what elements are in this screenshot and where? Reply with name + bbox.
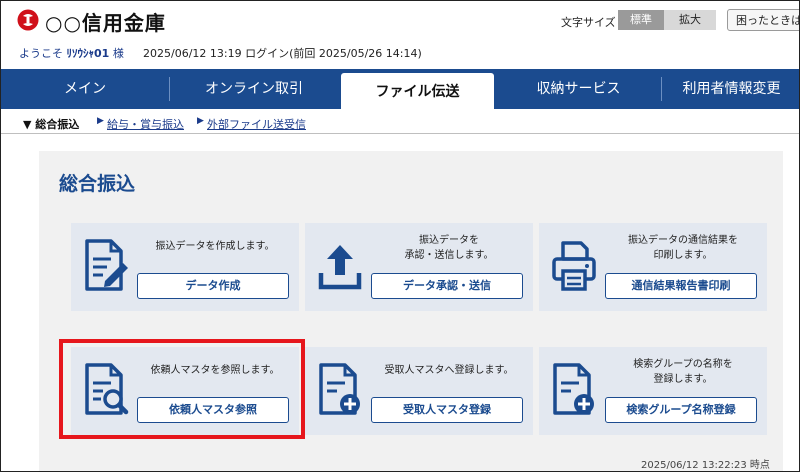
document-add-icon (553, 363, 594, 415)
chevron-right-icon: ▶ (197, 116, 204, 126)
card-description-line: 登録します。 (653, 374, 713, 385)
card-print-report: 振込データの通信結果を 印刷します。 通信結果報告書印刷 (539, 223, 767, 311)
card-recipient-master: 受取人マスタへ登録します。 受取人マスタ登録 (305, 347, 533, 435)
nav-tab-user-info[interactable]: 利用者情報変更 (662, 69, 799, 109)
page-title: 総合振込 (59, 173, 136, 195)
bank-logo-icon (17, 9, 39, 31)
app-window: ○○信用金庫 ようこそ ﾘｿｳｼｬ01 様 2025/06/12 13:19 ロ… (0, 0, 800, 472)
nav-tab-main[interactable]: メイン (1, 69, 169, 109)
login-info: 2025/06/12 13:19 ログイン(前回 2025/05/26 14:1… (143, 47, 422, 60)
subnav-current: ▼ 総合振込 (23, 118, 80, 131)
nav-tab-online[interactable]: オンライン取引 (169, 69, 339, 109)
print-report-button[interactable]: 通信結果報告書印刷 (605, 273, 757, 299)
document-edit-icon (85, 239, 128, 291)
nav-tab-collection[interactable]: 収納サービス (496, 69, 661, 109)
create-data-button[interactable]: データ作成 (137, 273, 289, 299)
highlight-box (59, 339, 305, 439)
card-description-line: 振込データを (419, 235, 479, 246)
approve-send-button[interactable]: データ承認・送信 (371, 273, 523, 299)
card-description: 振込データを 承認・送信します。 (369, 233, 529, 263)
card-approve-send: 振込データを 承認・送信します。 データ承認・送信 (305, 223, 533, 311)
printer-icon (552, 241, 596, 291)
help-button[interactable]: 困ったときは (727, 9, 799, 31)
subnav-link-external-file[interactable]: 外部ファイル送受信 (207, 116, 306, 132)
card-description-line: 振込データの通信結果を (628, 235, 738, 246)
card-description: 受取人マスタへ登録します。 (384, 365, 514, 376)
card-search-group: 検索グループの名称を 登録します。 検索グループ名称登録 (539, 347, 767, 435)
font-size-normal-button[interactable]: 標準 (618, 10, 664, 30)
upload-icon (318, 245, 362, 290)
card-description: 振込データの通信結果を 印刷します。 (603, 233, 763, 263)
document-add-icon (319, 363, 360, 415)
card-description: 振込データを作成します。 (155, 241, 275, 252)
card-description: 検索グループの名称を 登録します。 (603, 357, 763, 387)
welcome-suffix: 様 (112, 47, 124, 60)
nav-tab-file-transfer[interactable]: ファイル伝送 (341, 73, 494, 113)
user-name: ﾘｿｳｼｬ01 (66, 47, 110, 60)
card-description-line: 検索グループの名称を (633, 359, 733, 370)
bank-name: ○○信用金庫 (45, 11, 166, 35)
card-description-line: 承認・送信します。 (404, 250, 494, 261)
font-size-large-button[interactable]: 拡大 (664, 10, 716, 30)
welcome-text: ようこそ ﾘｿｳｼｬ01 様 (19, 45, 124, 61)
search-group-button[interactable]: 検索グループ名称登録 (605, 397, 757, 423)
welcome-prefix: ようこそ (19, 47, 63, 60)
sub-nav: ▼ 総合振込 ▶ 給与・賞与振込 ▶ 外部ファイル送受信 (1, 111, 799, 134)
recipient-master-button[interactable]: 受取人マスタ登録 (371, 397, 523, 423)
card-create-data: 振込データを作成します。 データ作成 (71, 223, 299, 311)
font-size-label: 文字サイズ (561, 16, 616, 29)
timestamp: 2025/06/12 13:22:23 時点 (641, 460, 770, 471)
chevron-right-icon: ▶ (97, 116, 104, 126)
card-description-line: 印刷します。 (653, 250, 713, 261)
subnav-link-salary[interactable]: 給与・賞与振込 (107, 116, 184, 132)
